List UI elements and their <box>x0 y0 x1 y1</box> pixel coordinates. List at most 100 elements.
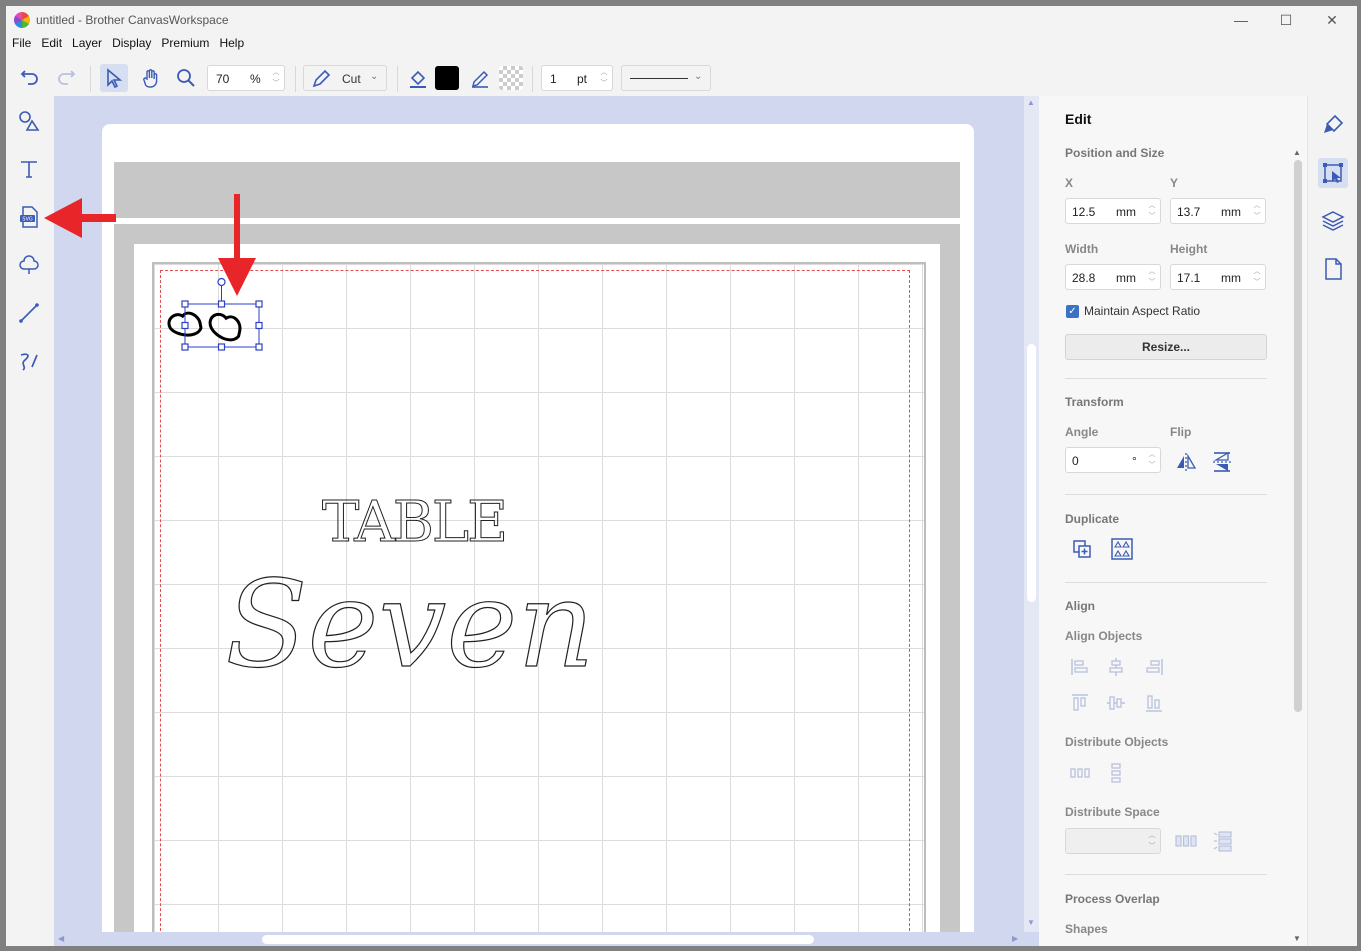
resize-button[interactable]: Resize... <box>1065 334 1267 360</box>
space-vertical-button[interactable] <box>1209 828 1235 854</box>
line-color-swatch[interactable] <box>497 64 525 92</box>
maximize-button[interactable]: ☐ <box>1266 10 1306 30</box>
scroll-left-icon[interactable]: ◀ <box>58 934 64 943</box>
fill-tool-button[interactable] <box>404 64 432 92</box>
redo-button[interactable] <box>52 64 80 92</box>
layers-panel-button[interactable] <box>1318 206 1348 236</box>
toolbar: 70 % ︿ ﹀ Cut ⌄ 1 pt ︿ ﹀ ⌄ <box>6 54 1357 97</box>
distribute-space-stepper[interactable]: ︿ ﹀ <box>1146 830 1158 852</box>
resize-handle[interactable] <box>217 343 226 351</box>
resize-handle[interactable] <box>255 321 263 330</box>
x-input[interactable]: 12.5 mm ︿ ﹀ <box>1065 198 1161 224</box>
width-input[interactable]: 28.8 mm ︿ ﹀ <box>1065 264 1161 290</box>
flip-horizontal-button[interactable] <box>1173 449 1199 475</box>
angle-unit: ° <box>1132 454 1137 468</box>
text-table-outline[interactable]: TABLE <box>322 490 509 556</box>
align-top-button[interactable] <box>1067 690 1093 716</box>
panel-scrollbar[interactable]: ▲ ▼ <box>1291 148 1305 944</box>
undo-button[interactable] <box>16 64 44 92</box>
rotate-handle[interactable] <box>217 277 226 287</box>
menu-premium[interactable]: Premium <box>161 34 209 52</box>
select-tool-button[interactable] <box>100 64 128 92</box>
flip-vertical-button[interactable] <box>1209 449 1235 475</box>
maintain-aspect-checkbox[interactable]: ✓ <box>1066 305 1079 318</box>
align-center-button[interactable] <box>1103 654 1129 680</box>
close-button[interactable]: ✕ <box>1312 10 1352 30</box>
text-tool-button[interactable] <box>14 154 44 184</box>
resize-handle[interactable] <box>255 300 263 308</box>
panel-scroll-up-icon[interactable]: ▲ <box>1293 148 1301 157</box>
vertical-scroll-thumb[interactable] <box>1027 344 1036 602</box>
minimize-button[interactable]: — <box>1221 10 1261 30</box>
menu-edit[interactable]: Edit <box>41 34 62 52</box>
canvas-horizontal-scrollbar[interactable]: ◀ ▶ <box>54 932 1024 946</box>
align-bottom-button[interactable] <box>1141 690 1167 716</box>
space-horizontal-button[interactable] <box>1173 828 1199 854</box>
process-overlap-heading: Process Overlap <box>1065 892 1160 906</box>
shapes-tool-button[interactable] <box>14 106 44 136</box>
shapes-label: Shapes <box>1065 922 1108 936</box>
distribute-horizontal-button[interactable] <box>1067 760 1093 786</box>
magnifier-icon <box>177 69 195 87</box>
angle-input[interactable]: 0 ° ︿ ﹀ <box>1065 447 1161 473</box>
text-seven-outline[interactable]: Seven <box>225 555 596 695</box>
line-width-stepper[interactable]: ︿ ﹀ <box>598 67 610 89</box>
line-tool-button[interactable] <box>466 64 494 92</box>
panel-scroll-thumb[interactable] <box>1294 160 1302 712</box>
zoom-input[interactable]: 70 % ︿ ﹀ <box>207 65 285 91</box>
align-middle-button[interactable] <box>1103 690 1129 716</box>
scroll-down-icon[interactable]: ▼ <box>1027 918 1035 927</box>
x-stepper[interactable]: ︿ ﹀ <box>1146 200 1158 222</box>
hearts-shape[interactable] <box>167 311 243 342</box>
line-style-dropdown[interactable]: ⌄ <box>621 65 711 91</box>
distribute-space-input[interactable]: ︿ ﹀ <box>1065 828 1161 854</box>
align-left-button[interactable] <box>1067 654 1093 680</box>
align-right-button[interactable] <box>1141 654 1167 680</box>
zoom-tool-button[interactable] <box>172 64 200 92</box>
menu-help[interactable]: Help <box>219 34 244 52</box>
undo-icon <box>20 70 38 85</box>
width-stepper[interactable]: ︿ ﹀ <box>1146 266 1158 288</box>
canvas-area[interactable]: TABLE Seven <box>54 96 1039 946</box>
line-draw-button[interactable] <box>14 298 44 328</box>
scroll-right-icon[interactable]: ▶ <box>1012 934 1018 943</box>
menu-file[interactable]: File <box>12 34 31 52</box>
menu-layer[interactable]: Layer <box>72 34 102 52</box>
width-value: 28.8 <box>1072 271 1096 285</box>
angle-stepper[interactable]: ︿ ﹀ <box>1146 449 1158 471</box>
pan-tool-button[interactable] <box>137 64 165 92</box>
edit-panel-button[interactable] <box>1318 158 1348 188</box>
scroll-up-icon[interactable]: ▲ <box>1027 98 1035 107</box>
y-stepper[interactable]: ︿ ﹀ <box>1251 200 1263 222</box>
attributes-panel-button[interactable] <box>1318 110 1348 140</box>
menu-display[interactable]: Display <box>112 34 151 52</box>
redo-icon <box>58 70 76 85</box>
distribute-vertical-icon <box>1111 763 1121 783</box>
y-value: 13.7 <box>1177 205 1201 219</box>
fill-color-swatch[interactable] <box>433 64 461 92</box>
mode-dropdown[interactable]: Cut ⌄ <box>303 65 387 91</box>
resize-handle[interactable] <box>181 321 189 330</box>
horizontal-scroll-thumb[interactable] <box>262 935 814 944</box>
svg-import-button[interactable]: SVG <box>14 202 44 232</box>
resize-handle[interactable] <box>181 300 189 308</box>
height-input[interactable]: 17.1 mm ︿ ﹀ <box>1170 264 1266 290</box>
panel-scroll-down-icon[interactable]: ▼ <box>1293 934 1301 943</box>
resize-handle[interactable] <box>181 343 189 351</box>
y-input[interactable]: 13.7 mm ︿ ﹀ <box>1170 198 1266 224</box>
page-panel-button[interactable] <box>1318 254 1348 284</box>
height-stepper[interactable]: ︿ ﹀ <box>1251 266 1263 288</box>
resize-handle[interactable] <box>255 343 263 351</box>
zoom-stepper[interactable]: ︿ ﹀ <box>270 67 282 89</box>
width-unit: mm <box>1116 271 1136 285</box>
distribute-vertical-button[interactable] <box>1103 760 1129 786</box>
resize-handle[interactable] <box>217 300 226 308</box>
pattern-tool-button[interactable] <box>14 250 44 280</box>
align-top-icon <box>1072 694 1088 711</box>
duplicate-button[interactable] <box>1069 536 1095 562</box>
canvas-vertical-scrollbar[interactable]: ▲ ▼ <box>1024 96 1039 932</box>
line-width-input[interactable]: 1 pt ︿ ﹀ <box>541 65 613 91</box>
freehand-icon <box>20 353 38 371</box>
multi-duplicate-button[interactable] <box>1109 536 1135 562</box>
freehand-tool-button[interactable] <box>14 346 44 376</box>
